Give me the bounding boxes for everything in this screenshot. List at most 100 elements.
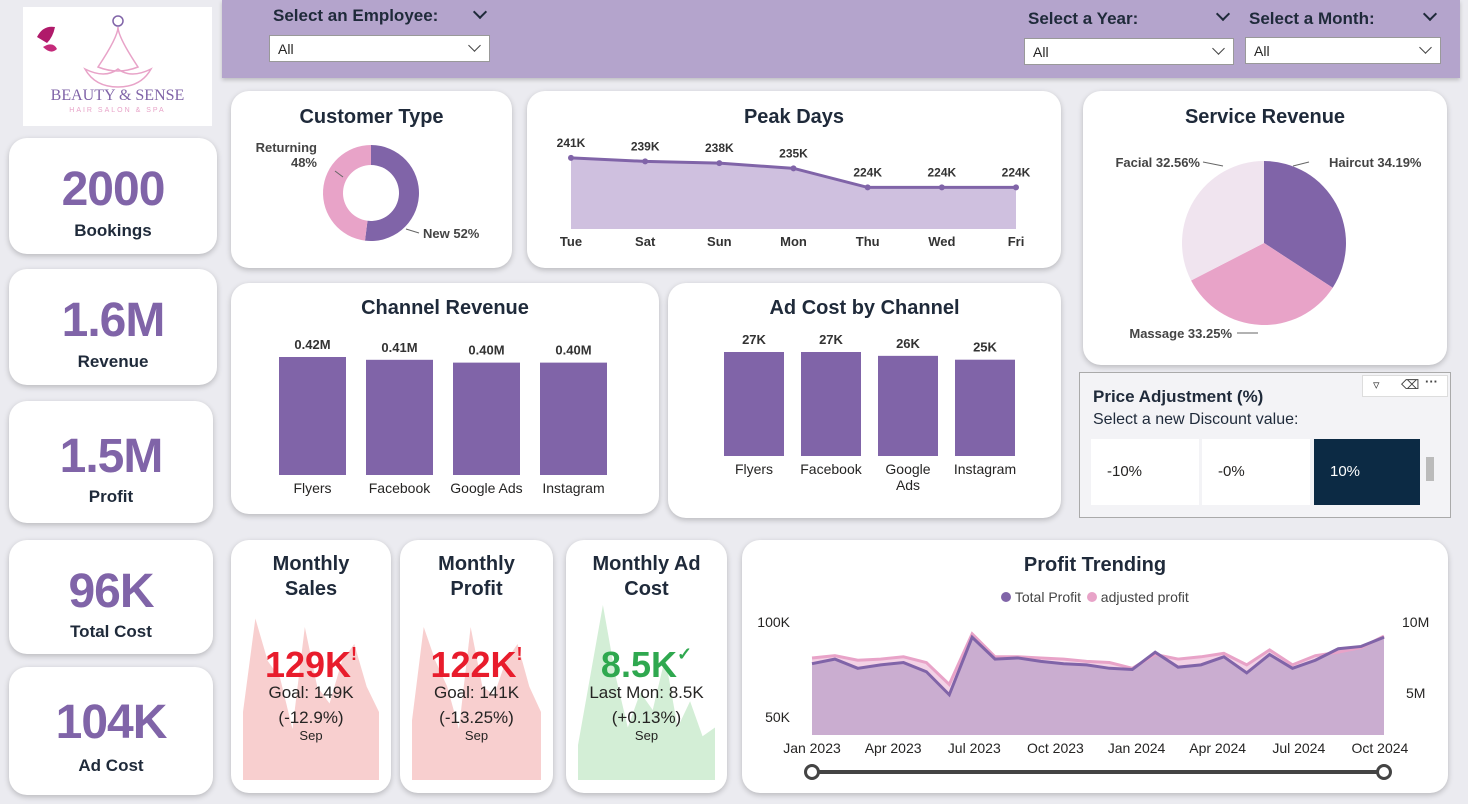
bar-data-label: 0.40M: [555, 343, 591, 358]
chevron-down-icon: [1212, 42, 1225, 55]
kpi-bookings: 2000 Bookings: [9, 138, 217, 254]
bar-tick-label: Google: [885, 461, 930, 477]
employee-select-value: All: [278, 41, 294, 57]
trend-y-left-tick: 100K: [757, 614, 790, 630]
bar-data-label: 27K: [742, 332, 766, 347]
price-adjustment-subtitle: Select a new Discount value:: [1093, 411, 1299, 428]
peak-days-card: Peak Days 241K Tue 239K Sat 238K Sun 235K Mon 22…: [527, 91, 1061, 268]
monthly-sales-delta: (-12.9%): [278, 708, 344, 727]
peak-days-data-label: 224K: [1002, 165, 1031, 179]
kpi-value: 8.5K: [600, 644, 677, 685]
peak-days-point: [1013, 184, 1019, 191]
employee-chevron-icon[interactable]: [472, 4, 488, 20]
logo-brand: BEAUTY & SENSE: [50, 87, 185, 104]
ad-cost-chart: 27K Flyers 27K Facebook 26K GoogleAds 25K Insta…: [724, 332, 1016, 493]
discount-option-10[interactable]: 10%: [1314, 439, 1420, 505]
bar-instagram: [955, 359, 1015, 456]
slider-handle-start[interactable]: [804, 764, 820, 780]
bar-data-label: 0.41M: [381, 340, 417, 355]
month-chevron-icon[interactable]: [1422, 6, 1438, 22]
peak-days-point: [568, 154, 574, 161]
peak-days-data-label: 224K: [927, 165, 956, 179]
monthly-ad-month: Sep: [634, 728, 659, 743]
kpi-value: 104K: [55, 696, 168, 749]
bar-tick-label: Instagram: [542, 480, 604, 496]
month-filter-label: Select a Month:: [1249, 9, 1375, 28]
kpi-label: Total Cost: [70, 622, 152, 641]
filter-icon[interactable]: ▿: [1373, 377, 1380, 393]
discount-option-minus-0[interactable]: -0%: [1202, 439, 1310, 505]
donut-slice-new: [364, 145, 419, 241]
trend-x-tick-label: Oct 2024: [1352, 740, 1409, 756]
bar-data-label: 26K: [896, 336, 920, 351]
bar-flyers: [724, 352, 784, 456]
customer-type-card: Customer Type Returning 48% New 52%: [231, 91, 512, 268]
year-chevron-icon[interactable]: [1215, 6, 1231, 22]
peak-days-data-label: 224K: [853, 165, 882, 179]
date-range-slider[interactable]: [812, 770, 1384, 774]
bar-data-label: 0.42M: [294, 337, 330, 352]
monthly-profit-card: Monthly Profit 122K! Goal: 141K (-13.25%…: [400, 540, 553, 793]
monthly-sales-value: 129K!: [231, 644, 391, 686]
monthly-sales-card: Monthly Sales 129K! Goal: 149K (-12.9%) …: [231, 540, 391, 793]
bar-tick-label: Ads: [896, 477, 920, 493]
discount-option-minus-10[interactable]: -10%: [1091, 439, 1199, 505]
massage-label: Massage 33.25%: [1129, 326, 1232, 341]
bar-tick-label: Facebook: [369, 480, 431, 496]
monthly-sales-month: Sep: [299, 728, 323, 743]
trend-x-tick-label: Apr 2023: [865, 740, 922, 756]
year-filter-label: Select a Year:: [1028, 9, 1139, 28]
monthly-profit-delta: (-13.25%): [439, 708, 514, 727]
peak-days-data-label: 235K: [779, 146, 808, 160]
bar-tick-label: Flyers: [735, 461, 773, 477]
bar-data-label: 25K: [973, 340, 997, 355]
monthly-sales-title: Monthly Sales: [272, 553, 350, 600]
bar-tick-label: Google Ads: [450, 480, 522, 496]
scrollbar[interactable]: [1426, 457, 1434, 481]
month-select[interactable]: All: [1245, 37, 1441, 64]
eraser-icon[interactable]: ⌫: [1401, 377, 1419, 393]
employee-select[interactable]: All: [269, 35, 490, 62]
kpi-value: 122K: [430, 644, 517, 685]
logo-tagline: HAIR SALON & SPA: [69, 107, 166, 114]
trend-x-tick-label: Jan 2023: [783, 740, 841, 756]
bar-data-label: 0.40M: [468, 343, 504, 358]
peak-days-point: [642, 158, 649, 165]
more-options-icon[interactable]: ···: [1425, 374, 1438, 389]
facial-label: Facial 32.56%: [1115, 155, 1200, 170]
kpi-label: Profit: [88, 487, 134, 506]
monthly-sales-goal: Goal: 149K: [268, 683, 354, 702]
customer-type-donut: Returning 48% New 52%: [256, 140, 480, 241]
peak-days-tick-label: Mon: [780, 234, 807, 249]
monthly-ad-title: Monthly Ad Cost: [592, 553, 701, 600]
visual-toolbar: ▿ ⌫ ···: [1362, 374, 1448, 397]
peak-days-tick-label: Tue: [560, 234, 582, 249]
slider-handle-end[interactable]: [1376, 764, 1392, 780]
kpi-value: 1.6M: [61, 294, 166, 347]
peak-days-chart: 241K Tue 239K Sat 238K Sun 235K Mon 224K Thu 224K W…: [557, 136, 1031, 249]
bar-tick-label: Instagram: [954, 461, 1016, 477]
peak-days-tick-label: Thu: [856, 234, 880, 249]
channel-revenue-card: Channel Revenue 0.42M Flyers 0.41M Facebook…: [231, 283, 659, 514]
bar-tick-label: Facebook: [800, 461, 862, 477]
monthly-profit-title: Monthly Profit: [438, 553, 515, 600]
year-select[interactable]: All: [1024, 38, 1234, 65]
kpi-value: 129K: [264, 644, 352, 685]
monthly-profit-goal: Goal: 141K: [433, 683, 520, 702]
kpi-value: 96K: [68, 565, 154, 618]
trend-x-tick-label: Jul 2023: [948, 740, 1001, 756]
peak-days-tick-label: Sat: [635, 234, 656, 249]
service-revenue-card: Service Revenue Facial 32.56% Haircut 34…: [1083, 91, 1447, 365]
bar-facebook: [366, 359, 433, 475]
warning-icon: !: [351, 644, 358, 664]
peak-days-tick-label: Wed: [928, 234, 955, 249]
trend-x-tick-label: Apr 2024: [1189, 740, 1246, 756]
monthly-ad-delta: (+0.13%): [611, 708, 682, 727]
price-adjustment-title: Price Adjustment (%): [1093, 387, 1264, 406]
trend-x-tick-label: Oct 2023: [1027, 740, 1084, 756]
year-select-value: All: [1033, 44, 1049, 60]
trend-y-left-tick: 50K: [765, 709, 791, 725]
kpi-value: 2000: [61, 163, 166, 216]
bar-flyers: [279, 357, 346, 475]
warning-icon: !: [516, 644, 523, 664]
